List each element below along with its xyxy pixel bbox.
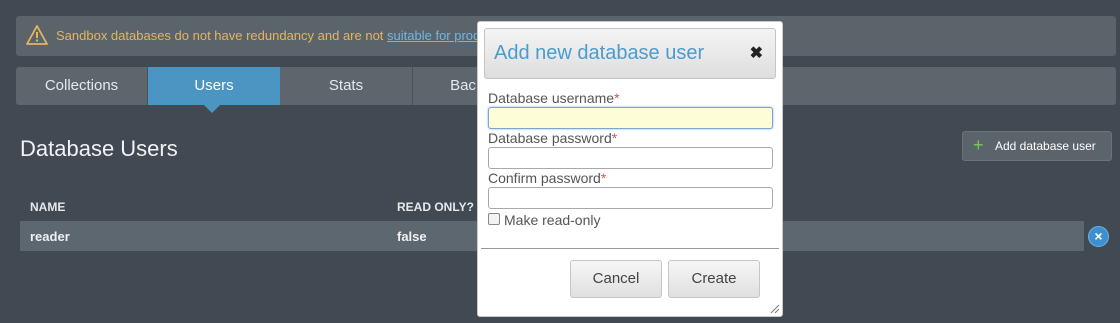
tab-collections[interactable]: Collections	[16, 67, 148, 105]
confirm-password-input[interactable]	[488, 187, 773, 209]
warning-message: Sandbox databases do not have redundancy…	[56, 28, 388, 43]
plus-icon: +	[973, 135, 984, 155]
dialog-divider	[481, 248, 779, 249]
close-icon[interactable]: ✖	[750, 43, 763, 63]
username-label: Database username*	[488, 90, 620, 106]
active-tab-pointer	[204, 105, 220, 113]
production-suitability-link[interactable]: suitable for produ	[387, 28, 487, 43]
required-marker: *	[611, 130, 618, 146]
warning-text: Sandbox databases do not have redundancy…	[56, 28, 487, 43]
read-only-cell: false	[397, 229, 427, 244]
resize-grip-icon[interactable]	[770, 304, 780, 314]
add-database-user-label: Add database user	[995, 139, 1096, 153]
confirm-password-label-text: Confirm password	[488, 170, 601, 186]
user-name-cell: reader	[30, 229, 70, 244]
required-marker: *	[600, 170, 607, 186]
tab-stats[interactable]: Stats	[280, 67, 413, 105]
column-header-read-only[interactable]: READ ONLY?	[397, 200, 474, 214]
add-user-dialog: Add new database user ✖ Database usernam…	[477, 21, 783, 317]
warning-icon	[26, 25, 48, 45]
password-input[interactable]	[488, 147, 773, 169]
confirm-password-label: Confirm password*	[488, 170, 606, 186]
dialog-title: Add new database user	[494, 42, 705, 64]
cancel-button[interactable]: Cancel	[570, 260, 662, 298]
create-button[interactable]: Create	[668, 260, 760, 298]
add-database-user-button[interactable]: + Add database user	[962, 131, 1112, 161]
password-label-text: Database password	[488, 130, 612, 146]
username-input[interactable]	[488, 107, 773, 129]
tab-users[interactable]: Users	[148, 67, 280, 105]
read-only-checkbox[interactable]	[488, 213, 500, 225]
dialog-header: Add new database user ✖	[484, 28, 776, 79]
username-label-text: Database username	[488, 90, 615, 106]
password-label: Database password*	[488, 130, 617, 146]
remove-user-icon[interactable]: ×	[1088, 226, 1109, 247]
column-header-name[interactable]: NAME	[30, 200, 65, 214]
page-title: Database Users	[20, 136, 178, 161]
required-marker: *	[614, 90, 620, 106]
read-only-checkbox-label[interactable]: Make read-only	[504, 212, 601, 228]
